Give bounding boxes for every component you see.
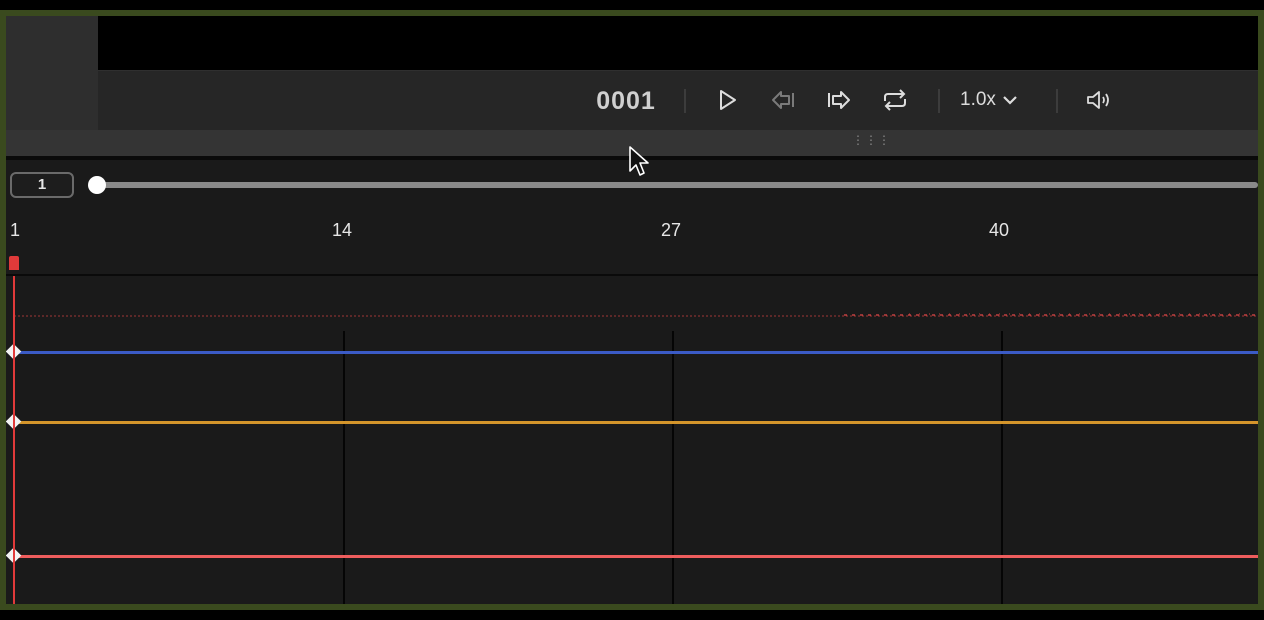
curve-blue[interactable] — [14, 351, 1258, 354]
audio-waveform — [14, 313, 1258, 317]
loop-button[interactable] — [880, 85, 910, 115]
grid-line — [343, 331, 345, 604]
step-back-icon — [772, 91, 794, 109]
ruler-label: 14 — [332, 220, 353, 240]
play-button[interactable] — [712, 85, 742, 115]
app-frame: 0001 1.0x ⋮⋮⋮ 1 1 14 27 40 — [0, 10, 1264, 610]
playhead-line — [13, 276, 15, 604]
volume-button[interactable] — [1084, 85, 1114, 115]
play-icon — [720, 90, 736, 110]
toolbar-divider — [938, 89, 940, 113]
toolbar-divider — [1056, 89, 1058, 113]
mouse-cursor-icon — [629, 146, 649, 176]
frame-ruler[interactable]: 1 14 27 40 — [6, 206, 1258, 276]
curve-editor[interactable] — [6, 276, 1258, 604]
speed-label: 1.0x — [960, 89, 996, 110]
viewport-area — [98, 16, 1258, 70]
playback-speed-select[interactable]: 1.0x — [960, 85, 1018, 115]
volume-icon — [1087, 91, 1109, 109]
step-forward-icon — [828, 91, 850, 109]
toolbar-divider — [684, 89, 686, 113]
playback-toolbar: 0001 1.0x — [98, 70, 1258, 130]
drag-grip-icon: ⋮⋮⋮ — [852, 133, 891, 147]
curve-orange[interactable] — [14, 421, 1258, 424]
scrubber-track[interactable] — [98, 182, 1258, 188]
chevron-down-icon — [1003, 96, 1017, 105]
timeline-panel: 0001 1.0x ⋮⋮⋮ 1 1 14 27 40 — [6, 16, 1258, 604]
step-back-button[interactable] — [768, 85, 798, 115]
ruler-label: 40 — [989, 220, 1010, 240]
playhead-handle[interactable] — [9, 256, 19, 270]
ruler-label: 27 — [661, 220, 682, 240]
grid-line — [672, 331, 674, 604]
current-frame-input[interactable]: 1 — [10, 172, 74, 198]
loop-icon — [884, 89, 906, 111]
ruler-label: 1 — [10, 220, 21, 240]
frame-counter: 0001 — [596, 87, 656, 115]
grid-line — [1001, 331, 1003, 604]
scrubber-thumb[interactable] — [88, 176, 106, 194]
curve-red[interactable] — [14, 555, 1258, 558]
step-forward-button[interactable] — [824, 85, 854, 115]
